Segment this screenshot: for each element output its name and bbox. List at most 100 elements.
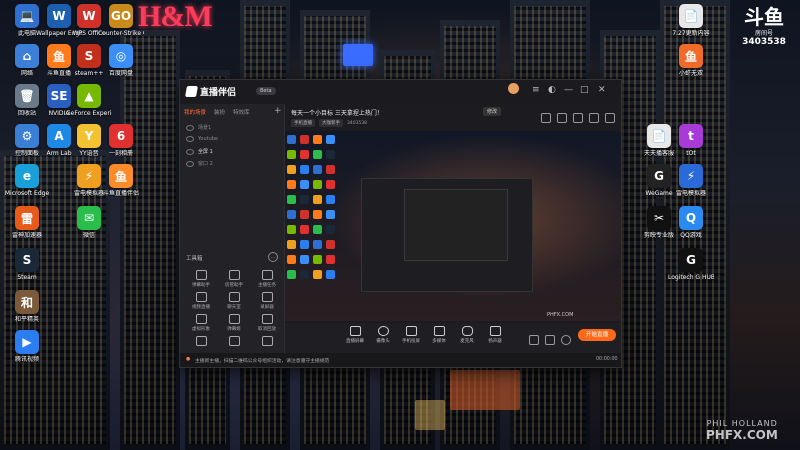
scene-item[interactable]: Youtube: [186, 136, 218, 142]
app-icon: e: [15, 164, 39, 188]
category-chip[interactable]: 手机直播: [291, 119, 315, 127]
left-desktop-icon[interactable]: ✉ 微信: [66, 206, 112, 239]
toolbox-more-icon[interactable]: …: [268, 252, 278, 262]
gear-icon[interactable]: [561, 335, 571, 345]
menu-icon[interactable]: ≡: [532, 85, 540, 95]
left-desktop-icon[interactable]: ◎ 百度网盘: [98, 44, 144, 77]
toolbox-item[interactable]: 录屏器: [252, 292, 282, 310]
bottom-watermark: PHIL HOLLAND PHFX.COM: [706, 419, 778, 442]
preview-desktop-icon: [287, 195, 296, 204]
nested-preview-window: [361, 178, 533, 292]
tab-my-scenes[interactable]: 我的场景: [184, 108, 206, 116]
visibility-icon[interactable]: [186, 124, 194, 131]
toolbox-item[interactable]: [186, 336, 216, 348]
left-desktop-icon[interactable]: GO Counter-Strike Global Off...: [98, 4, 144, 37]
app-icon: 和: [15, 290, 39, 314]
left-desktop-icon[interactable]: 鱼斗鱼直播伴侣: [98, 164, 144, 197]
left-desktop-icon[interactable]: e Microsoft Edge: [4, 164, 50, 197]
tab-effects[interactable]: 特效库: [233, 108, 250, 116]
scene-item[interactable]: 全屏 1: [186, 148, 213, 155]
tag-chip[interactable]: 大咖新手: [319, 119, 343, 127]
right-desktop-icon[interactable]: t tOt: [668, 124, 714, 157]
camera-button[interactable]: 摄像头: [369, 326, 397, 344]
toolbox-item[interactable]: [252, 336, 282, 348]
left-desktop-icon[interactable]: S Steam: [4, 248, 50, 281]
toolbox-item[interactable]: 聊天室: [219, 292, 249, 310]
user-avatar[interactable]: [508, 83, 519, 94]
preview-desktop-icon: [313, 270, 322, 279]
stream-title[interactable]: 每天一个小目标 三天拿捏上热门！: [291, 108, 383, 117]
right-desktop-icon[interactable]: Q QQ游戏: [668, 206, 714, 239]
microphone-button[interactable]: 麦克风: [453, 326, 481, 344]
tool-label: 弹幕助手: [192, 283, 210, 288]
minimize-icon[interactable]: —: [564, 85, 573, 95]
preview-desktop-icon: [313, 210, 322, 219]
title-bar[interactable]: 直播伴侣 Beta ≡ ◐ — □ ✕: [180, 80, 621, 104]
lock-icon[interactable]: [557, 113, 567, 123]
left-desktop-icon[interactable]: 和和平精英: [4, 290, 50, 323]
tool-icon: [228, 270, 240, 280]
share-icon[interactable]: [541, 113, 551, 123]
add-scene-icon[interactable]: +: [274, 106, 282, 116]
tool-label: 虚拟形象: [192, 327, 210, 332]
phone-cast-button[interactable]: 手机投屏: [397, 326, 425, 344]
preview-desktop-icon: [326, 165, 335, 174]
preview-desktop-icon: [326, 255, 335, 264]
right-desktop-icon[interactable]: 📄 7.27更新内容: [668, 4, 714, 37]
preview-desktop-icon: [287, 165, 296, 174]
tool-icon: [195, 292, 207, 302]
app-icon: GO: [109, 4, 133, 28]
skin-icon[interactable]: ◐: [548, 85, 556, 95]
status-message[interactable]: 主播新主播，扫描二维码公众号组织活动，请注意遵守主播规范: [195, 357, 329, 364]
streaming-companion-window: 直播伴侣 Beta ≡ ◐ — □ ✕ 我的场景 装扮 特效库 + 场景1 Yo…: [179, 79, 622, 368]
toolbox-item[interactable]: 取消回放: [252, 314, 282, 332]
left-desktop-icon[interactable]: 雷雷神加速器: [4, 206, 50, 239]
left-desktop-icon[interactable]: ▲ GeForce Experience: [66, 84, 112, 117]
record-icon[interactable]: [529, 335, 539, 345]
toolbox-item[interactable]: 弹幕助手: [186, 270, 216, 288]
tool-icon: [261, 314, 273, 324]
scene-item[interactable]: 场景1: [186, 124, 211, 131]
screen-capture-button[interactable]: 直播屏幕: [341, 326, 369, 344]
scene-item[interactable]: 窗口 2: [186, 160, 213, 167]
app-icon: 雷: [15, 206, 39, 230]
preview-desktop-icon: [300, 135, 309, 144]
toolbox-item[interactable]: 弹幕姬: [219, 314, 249, 332]
toolbox-header: 工具箱: [186, 256, 203, 262]
brand-sign: H&M: [138, 0, 213, 33]
left-desktop-icon[interactable]: 6 一刻相册: [98, 124, 144, 157]
media-button[interactable]: 多媒体: [425, 326, 453, 344]
settings-icon[interactable]: [605, 113, 615, 123]
tab-decorate[interactable]: 装扮: [214, 108, 225, 116]
toolbox-item[interactable]: 主播任务: [252, 270, 282, 288]
maximize-icon[interactable]: □: [580, 85, 589, 95]
bell-icon[interactable]: [589, 113, 599, 123]
stream-preview[interactable]: PHFX.COM: [285, 131, 621, 321]
desktop-icon-label: Counter-Strike Global Off...: [98, 30, 144, 37]
tool-icon: [261, 336, 273, 346]
toolbox-item[interactable]: 虚拟形象: [186, 314, 216, 332]
close-icon[interactable]: ✕: [598, 85, 606, 95]
edit-title-button[interactable]: 修改: [483, 107, 502, 116]
desktop-icon-label: 一刻相册: [108, 150, 133, 157]
right-desktop-icon[interactable]: 鱼小虾无双: [668, 44, 714, 77]
app-icon: Q: [679, 206, 703, 230]
visibility-icon[interactable]: [186, 148, 194, 155]
go-live-button[interactable]: 开始直播: [578, 329, 616, 341]
toolbox-item[interactable]: [219, 336, 249, 348]
toolbox-item[interactable]: 房管助手: [219, 270, 249, 288]
view-icon[interactable]: [545, 335, 555, 345]
version-badge[interactable]: Beta: [256, 87, 276, 95]
speaker-button[interactable]: 扬声器: [481, 326, 509, 344]
right-desktop-icon[interactable]: ⚡ 雷电模拟器: [668, 164, 714, 197]
visibility-icon[interactable]: [186, 160, 194, 167]
desktop-icon-label: Steam: [17, 274, 37, 281]
left-desktop-icon[interactable]: ▶ 腾讯视频: [4, 330, 50, 363]
preview-desktop-icon: [300, 240, 309, 249]
preview-desktop-icon: [287, 225, 296, 234]
preview-desktop-icon: [313, 150, 322, 159]
toolbox-item[interactable]: 视频直播: [186, 292, 216, 310]
right-desktop-icon[interactable]: G Logitech G HUB: [668, 248, 714, 281]
gift-icon[interactable]: [573, 113, 583, 123]
visibility-icon[interactable]: [186, 136, 194, 142]
